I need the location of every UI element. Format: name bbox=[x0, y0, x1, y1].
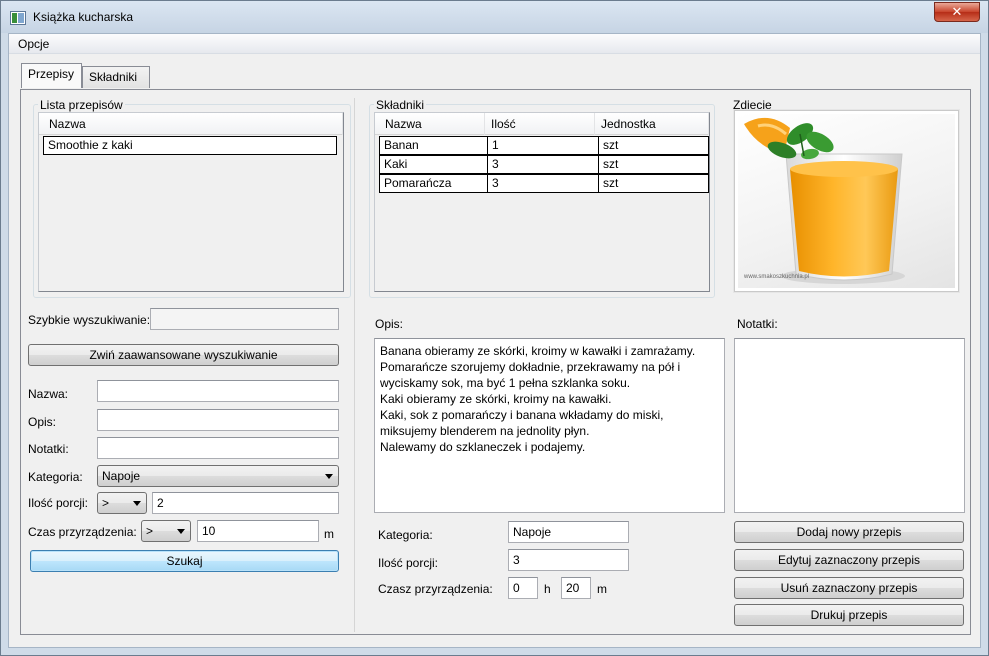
recipe-photo: www.smakoszkuchnia.pl bbox=[738, 114, 955, 288]
tab-ingredients[interactable]: Składniki bbox=[82, 66, 150, 88]
portions-operator-value: > bbox=[102, 496, 110, 510]
search-time-label: Czas przyrządzenia: bbox=[28, 525, 137, 539]
delete-recipe-button[interactable]: Usuń zaznaczony przepis bbox=[734, 577, 964, 599]
ingredient-column-quantity[interactable]: Ilość bbox=[485, 113, 595, 135]
recipes-tab-panel: Lista przepisów Nazwa Smoothie z kaki Sz… bbox=[20, 89, 971, 635]
search-name-label: Nazwa: bbox=[28, 387, 69, 401]
add-recipe-button[interactable]: Dodaj nowy przepis bbox=[734, 521, 964, 543]
photo-watermark: www.smakoszkuchnia.pl bbox=[744, 274, 810, 280]
table-row[interactable]: Pomarańcza 3 szt bbox=[379, 174, 709, 193]
recipe-list-title: Lista przepisów bbox=[38, 98, 125, 112]
collapse-advanced-search-button[interactable]: Zwiń zaawansowane wyszukiwanie bbox=[28, 344, 339, 366]
close-button[interactable]: ✕ bbox=[934, 2, 980, 22]
search-portions-input[interactable]: 2 bbox=[152, 492, 339, 514]
ingredient-quantity-cell: 1 bbox=[488, 137, 599, 154]
close-icon: ✕ bbox=[951, 4, 963, 19]
details-hours-unit: h bbox=[544, 582, 551, 596]
smoothie-image bbox=[744, 117, 905, 284]
quick-search-input[interactable] bbox=[150, 308, 339, 330]
table-row[interactable]: Kaki 3 szt bbox=[379, 155, 709, 174]
recipe-column-name[interactable]: Nazwa bbox=[39, 113, 343, 135]
ingredient-unit-cell: szt bbox=[603, 138, 619, 152]
ingredient-name-cell: Banan bbox=[380, 137, 488, 154]
client-area: Opcje Przepisy Składniki Lista przepisów… bbox=[8, 33, 981, 648]
ingredient-quantity-cell: 3 bbox=[488, 156, 599, 173]
description-textarea[interactable]: Banana obieramy ze skórki, kroimy w kawa… bbox=[374, 338, 725, 513]
window-title: Książka kucharska bbox=[33, 10, 134, 24]
column-separator bbox=[354, 98, 355, 632]
ingredient-name-cell: Pomarańcza bbox=[380, 175, 488, 192]
portions-operator-select[interactable]: > bbox=[97, 492, 147, 514]
details-minutes-field[interactable]: 20 bbox=[561, 577, 591, 599]
quick-search-label: Szybkie wyszukiwanie: bbox=[28, 313, 151, 327]
chevron-down-icon bbox=[325, 474, 333, 479]
notes-label: Notatki: bbox=[737, 317, 778, 331]
details-portions-field[interactable]: 3 bbox=[508, 549, 629, 571]
title-bar[interactable]: Książka kucharska ✕ bbox=[1, 1, 988, 33]
edit-recipe-button[interactable]: Edytuj zaznaczony przepis bbox=[734, 549, 964, 571]
search-button[interactable]: Szukaj bbox=[30, 550, 339, 572]
chevron-down-icon bbox=[177, 529, 185, 534]
ingredients-list[interactable]: Nazwa Ilość Jednostka Banan 1 szt Kaki 3… bbox=[374, 112, 710, 292]
recipe-list[interactable]: Nazwa Smoothie z kaki bbox=[38, 112, 344, 292]
chevron-down-icon bbox=[133, 501, 141, 506]
search-desc-label: Opis: bbox=[28, 415, 57, 429]
search-notes-input[interactable] bbox=[97, 437, 339, 459]
ingredient-unit-cell: szt bbox=[603, 176, 619, 190]
search-desc-input[interactable] bbox=[97, 409, 339, 431]
time-operator-value: > bbox=[146, 524, 154, 538]
search-time-input[interactable]: 10 bbox=[197, 520, 319, 542]
ingredient-quantity-cell: 3 bbox=[488, 175, 599, 192]
menu-bar: Opcje bbox=[9, 34, 980, 54]
search-category-select[interactable]: Napoje bbox=[97, 465, 339, 487]
recipe-photo-frame: www.smakoszkuchnia.pl bbox=[734, 110, 959, 292]
ingredient-column-unit[interactable]: Jednostka bbox=[595, 113, 709, 135]
search-category-label: Kategoria: bbox=[28, 470, 83, 484]
description-label: Opis: bbox=[375, 317, 404, 331]
details-category-field[interactable]: Napoje bbox=[508, 521, 629, 543]
ingredient-column-name[interactable]: Nazwa bbox=[375, 113, 485, 135]
recipe-name-cell: Smoothie z kaki bbox=[48, 138, 133, 152]
ingredient-name-cell: Kaki bbox=[380, 156, 488, 173]
recipe-list-header: Nazwa bbox=[39, 113, 343, 135]
table-row[interactable]: Banan 1 szt bbox=[379, 136, 709, 155]
search-category-value: Napoje bbox=[102, 469, 141, 483]
notes-textarea[interactable] bbox=[734, 338, 965, 513]
recipe-list-item[interactable]: Smoothie z kaki bbox=[43, 136, 337, 155]
app-window: Książka kucharska ✕ Opcje Przepisy Skład… bbox=[0, 0, 989, 656]
ingredients-header: Nazwa Ilość Jednostka bbox=[375, 113, 709, 135]
details-hours-field[interactable]: 0 bbox=[508, 577, 538, 599]
time-operator-select[interactable]: > bbox=[141, 520, 191, 542]
details-portions-label: Ilość porcji: bbox=[378, 556, 439, 570]
search-portions-label: Ilość porcji: bbox=[28, 496, 89, 510]
app-book-icon bbox=[10, 11, 26, 25]
search-notes-label: Notatki: bbox=[28, 442, 69, 456]
details-category-label: Kategoria: bbox=[378, 528, 433, 542]
ingredients-title: Składniki bbox=[374, 98, 427, 112]
details-time-label: Czasz przyrządzenia: bbox=[378, 582, 493, 596]
print-recipe-button[interactable]: Drukuj przepis bbox=[734, 604, 964, 626]
ingredient-unit-cell: szt bbox=[603, 157, 619, 171]
menu-options[interactable]: Opcje bbox=[18, 37, 49, 51]
search-time-unit: m bbox=[324, 527, 334, 541]
search-name-input[interactable] bbox=[97, 380, 339, 402]
tab-recipes[interactable]: Przepisy bbox=[21, 63, 82, 88]
details-minutes-unit: m bbox=[597, 582, 607, 596]
